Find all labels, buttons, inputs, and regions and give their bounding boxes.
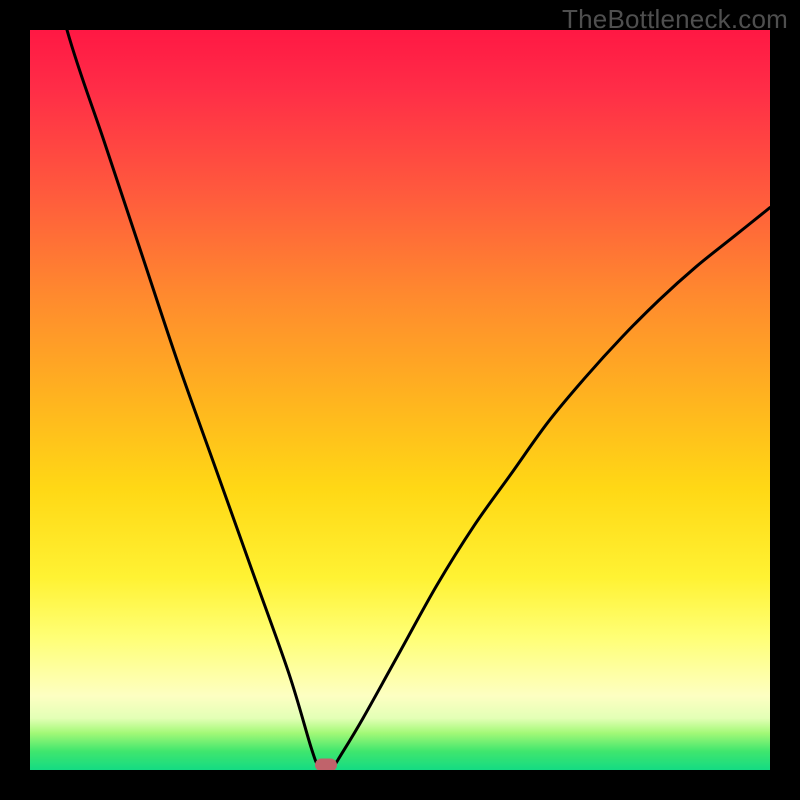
bottleneck-curve bbox=[30, 30, 770, 770]
plot-area bbox=[30, 30, 770, 770]
chart-frame: TheBottleneck.com bbox=[0, 0, 800, 800]
watermark-text: TheBottleneck.com bbox=[562, 4, 788, 35]
optimal-marker bbox=[315, 759, 337, 771]
